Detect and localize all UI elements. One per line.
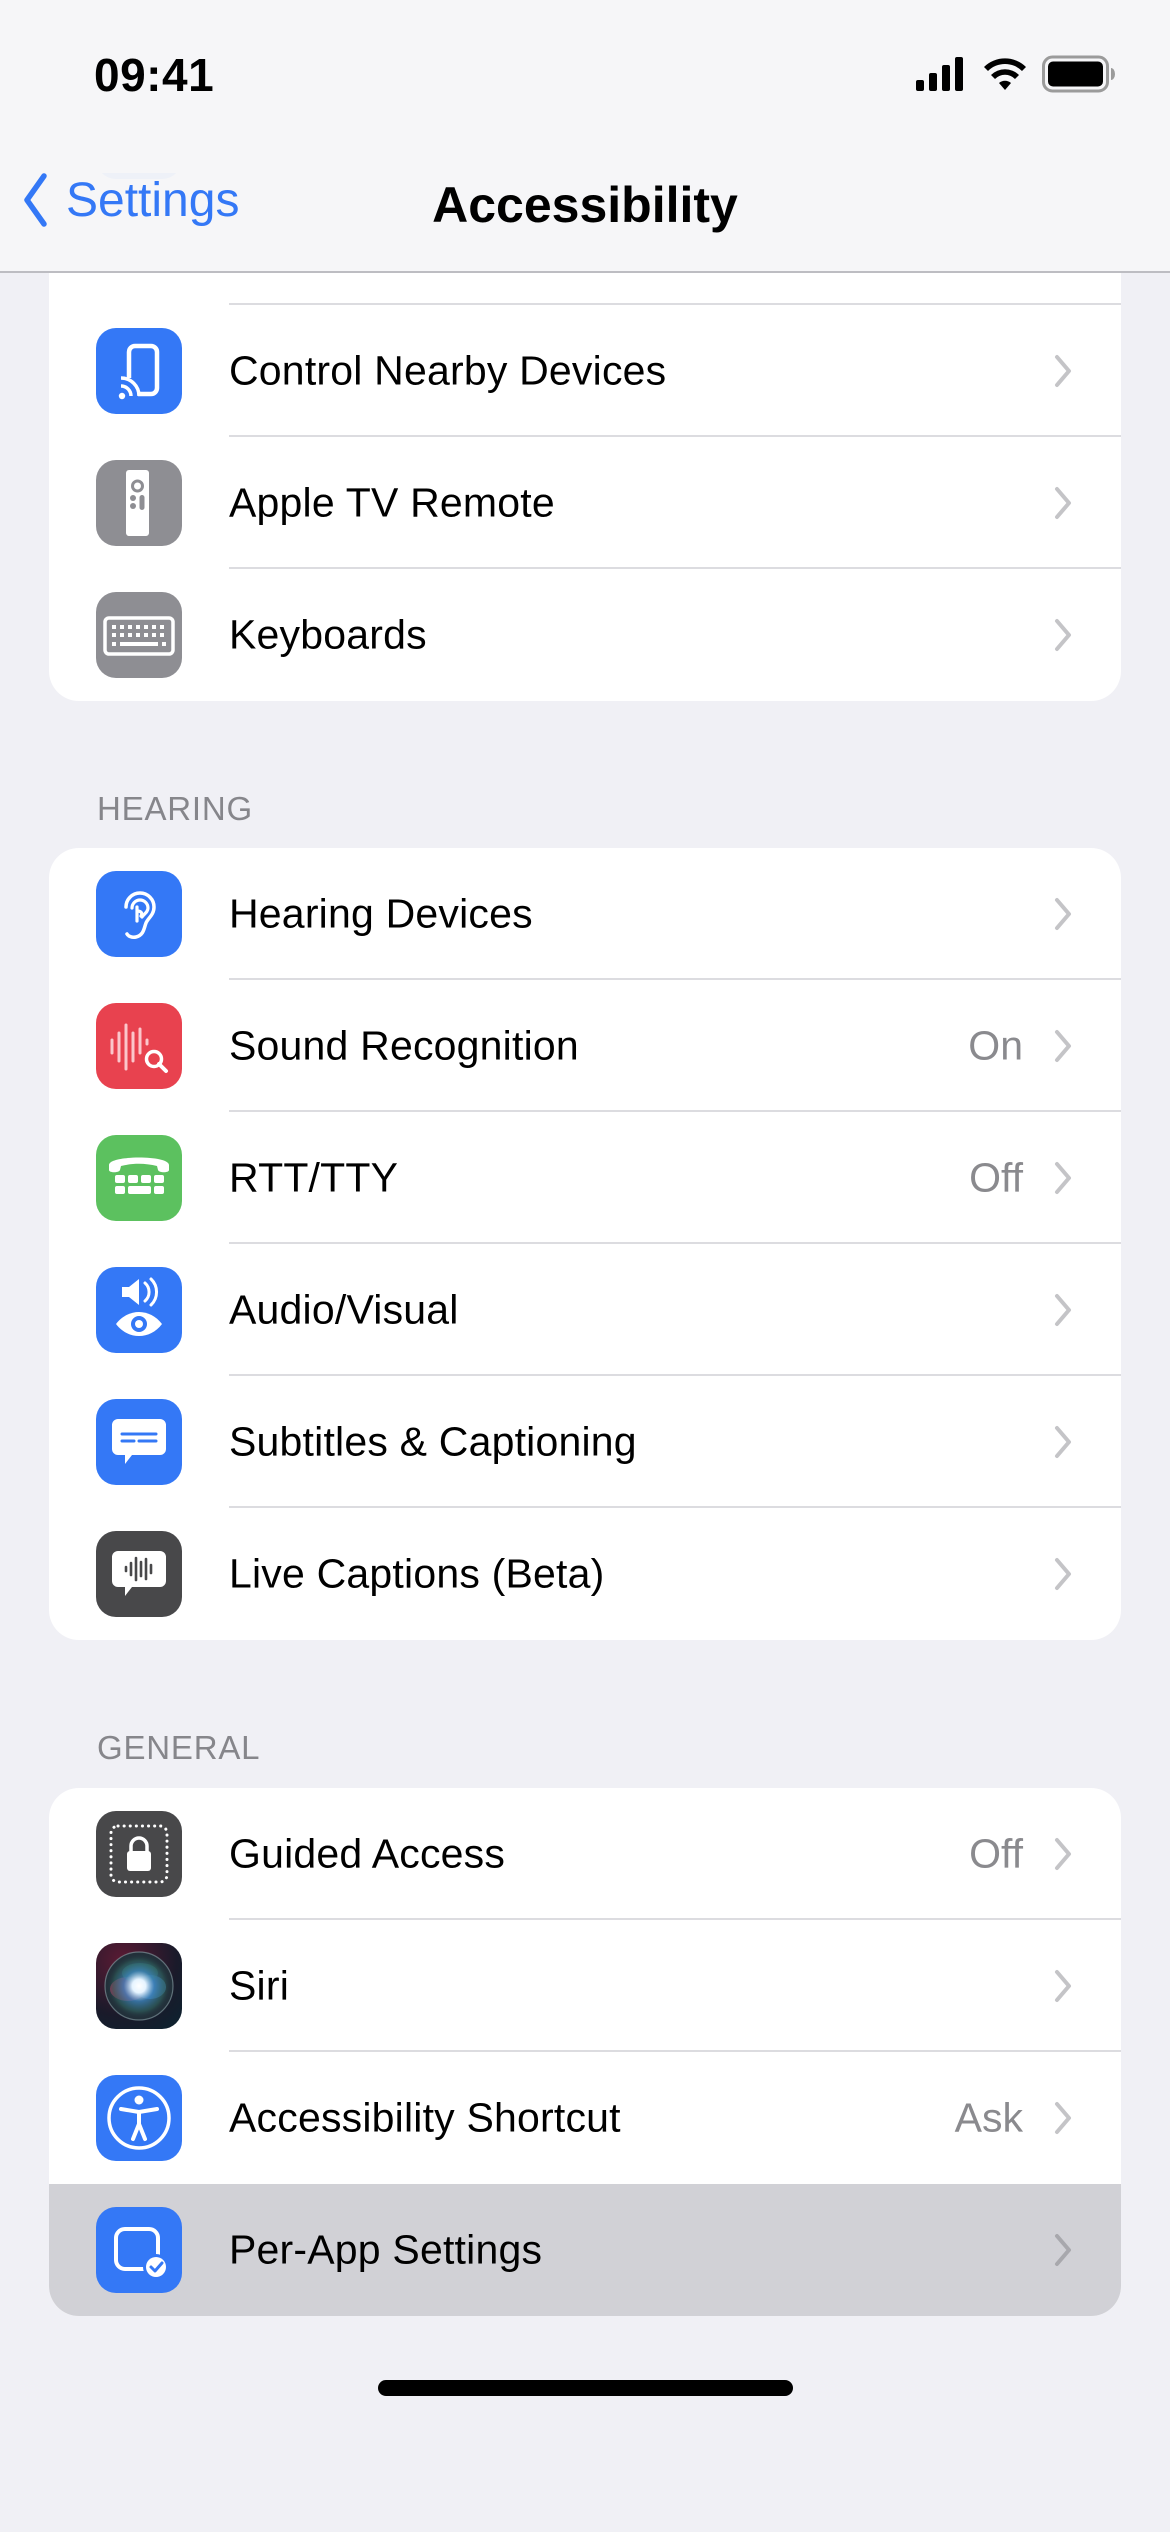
- chevron-right-icon: [1055, 355, 1071, 387]
- apple-tv-remote-icon: [96, 460, 182, 546]
- speaker-eye-icon: [96, 1267, 182, 1353]
- chevron-right-icon: [1055, 1294, 1071, 1326]
- list-item-label: Siri: [229, 1962, 290, 2009]
- accessibility-person-icon: [96, 2075, 182, 2161]
- list-item-audio-visual[interactable]: Audio/Visual: [49, 1244, 1121, 1376]
- sound-recognition-icon: [96, 1003, 182, 1089]
- list-item-guided-access[interactable]: Guided Access Off: [49, 1788, 1121, 1920]
- per-app-settings-icon: [96, 2207, 182, 2293]
- section-header-hearing: HEARING: [97, 790, 253, 827]
- list-item-rtt-tty[interactable]: RTT/TTY Off: [49, 1112, 1121, 1244]
- list-item-accessibility-shortcut[interactable]: Accessibility Shortcut Ask: [49, 2052, 1121, 2184]
- chevron-right-icon: [1055, 2102, 1071, 2134]
- list-item-subtitles-captioning[interactable]: Subtitles & Captioning: [49, 1376, 1121, 1508]
- chevron-right-icon: [1055, 487, 1071, 519]
- list-item-hearing-devices[interactable]: Hearing Devices: [49, 848, 1121, 980]
- status-icons: [916, 54, 1116, 94]
- list-item-label: RTT/TTY: [229, 1154, 399, 1201]
- chevron-right-icon: [1055, 1030, 1071, 1062]
- list-item-label: Sound Recognition: [229, 1022, 579, 1069]
- list-item-value: On: [968, 1022, 1023, 1069]
- chevron-right-icon: [1055, 1838, 1071, 1870]
- chevron-right-icon: [1055, 1426, 1071, 1458]
- list-item-siri[interactable]: Siri: [49, 1920, 1121, 2052]
- list-item-per-app-settings[interactable]: Per-App Settings: [49, 2184, 1121, 2316]
- caption-bubble-icon: [96, 1399, 182, 1485]
- keyboard-icon: [96, 592, 182, 678]
- wifi-icon: [984, 58, 1026, 90]
- chevron-right-icon: [1055, 1558, 1071, 1590]
- ear-icon: [96, 871, 182, 957]
- hearing-group: Hearing Devices Sound Recognition On RTT…: [49, 848, 1121, 1640]
- list-item-label: Guided Access: [229, 1830, 506, 1877]
- chevron-right-icon: [1055, 1970, 1071, 2002]
- list-item-label: Apple TV Remote: [229, 479, 555, 526]
- status-time: 09:41: [94, 49, 215, 101]
- lock-dotted-frame-icon: [96, 1811, 182, 1897]
- list-item-apple-tv-remote[interactable]: Apple TV Remote: [49, 437, 1121, 569]
- list-item-value: Ask: [954, 2094, 1023, 2141]
- page-title: Accessibility: [432, 177, 738, 233]
- home-indicator[interactable]: [378, 2380, 793, 2396]
- tty-phone-icon: [96, 1135, 182, 1221]
- chevron-right-icon: [1055, 2234, 1071, 2266]
- list-item-value: Off: [969, 1830, 1023, 1877]
- list-item-label: Audio/Visual: [229, 1286, 459, 1333]
- list-item-live-captions[interactable]: Live Captions (Beta): [49, 1508, 1121, 1640]
- list-item-label: Subtitles & Captioning: [229, 1418, 637, 1465]
- list-item-label: Control Nearby Devices: [229, 347, 667, 394]
- list-item-label: Live Captions (Beta): [229, 1550, 605, 1597]
- list-item-label: Keyboards: [229, 611, 427, 658]
- list-item-label: Accessibility Shortcut: [229, 2094, 621, 2141]
- navigation-bar: 09:41 Settings Accessibility: [0, 0, 1170, 273]
- cellular-signal-icon: [916, 57, 963, 91]
- battery-icon: [1042, 55, 1115, 93]
- live-captions-icon: [96, 1531, 182, 1617]
- list-item-value: Off: [969, 1154, 1023, 1201]
- chevron-right-icon: [1055, 898, 1071, 930]
- control-nearby-devices-icon: [96, 328, 182, 414]
- list-item-keyboards[interactable]: Keyboards: [49, 569, 1121, 701]
- general-group: Guided Access Off Siri Accessibility Sho…: [49, 1788, 1121, 2316]
- chevron-right-icon: [1055, 1162, 1071, 1194]
- list-item-control-nearby-devices[interactable]: Control Nearby Devices: [49, 305, 1121, 437]
- list-item-label: Hearing Devices: [229, 890, 533, 937]
- section-header-general: GENERAL: [97, 1729, 261, 1766]
- siri-icon: [96, 1943, 182, 2029]
- list-item-sound-recognition[interactable]: Sound Recognition On: [49, 980, 1121, 1112]
- list-item-label: Per-App Settings: [229, 2226, 543, 2273]
- chevron-right-icon: [1055, 619, 1071, 651]
